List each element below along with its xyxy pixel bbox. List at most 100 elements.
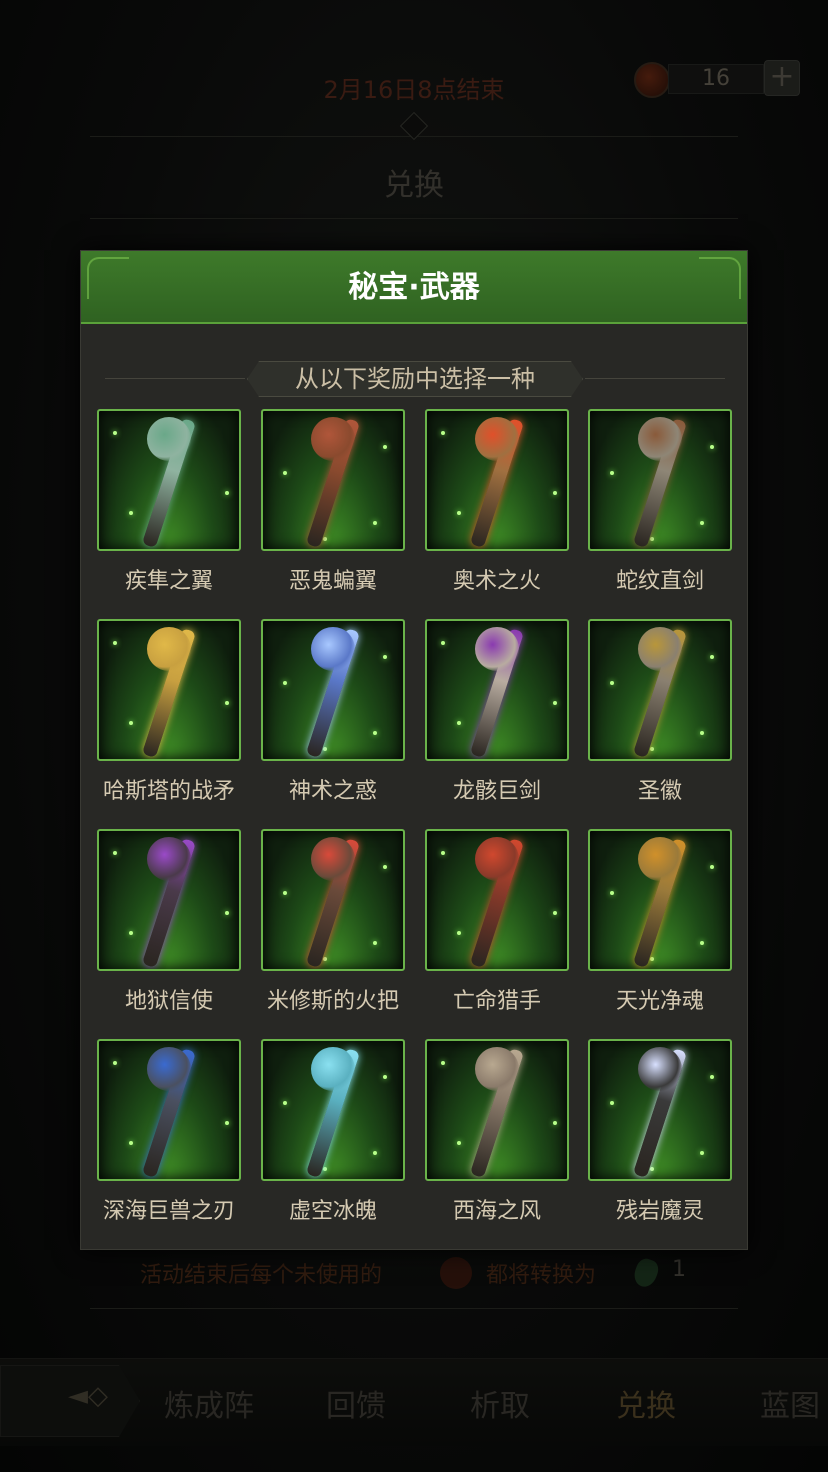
reward-item[interactable]: 虚空冰魄 [261, 1039, 405, 1229]
sparkle [383, 865, 387, 869]
reward-item[interactable]: 西海之风 [425, 1039, 569, 1229]
sparkle [700, 521, 704, 525]
reward-item-name: 蛇纹直剑 [615, 569, 704, 594]
sparkle [610, 471, 614, 475]
reward-item-name: 残岩魔灵 [615, 1199, 704, 1224]
sparkle [700, 941, 704, 945]
sparkle [441, 1061, 445, 1065]
sparkle [650, 957, 654, 961]
reward-item-name: 恶鬼蝙翼 [288, 569, 377, 594]
sparkle [710, 865, 714, 869]
reward-item-image [261, 1039, 405, 1181]
reward-item[interactable]: 疾隼之翼 [97, 409, 241, 599]
reward-item[interactable]: 恶鬼蝙翼 [261, 409, 405, 599]
sparkle [700, 1151, 704, 1155]
divider [105, 378, 245, 379]
reward-item-image [97, 1039, 241, 1181]
reward-item-image [261, 409, 405, 551]
weapon-head-icon [475, 1047, 519, 1091]
sparkle [323, 537, 327, 541]
sparkle [610, 1101, 614, 1105]
weapon-head-icon [475, 837, 519, 881]
reward-item-name: 圣徽 [637, 779, 682, 804]
reward-item[interactable]: 圣徽 [588, 619, 732, 809]
sparkle [383, 655, 387, 659]
reward-item[interactable]: 残岩魔灵 [588, 1039, 732, 1229]
sparkle [457, 511, 461, 515]
sparkle [283, 891, 287, 895]
sparkle [225, 491, 229, 495]
reward-item-image [588, 409, 732, 551]
reward-item-image [97, 409, 241, 551]
sparkle [323, 957, 327, 961]
sparkle [129, 1141, 133, 1145]
divider [585, 378, 725, 379]
sparkle [700, 731, 704, 735]
reward-item-image [588, 619, 732, 761]
reward-item[interactable]: 蛇纹直剑 [588, 409, 732, 599]
sparkle [441, 851, 445, 855]
weapon-head-icon [638, 837, 682, 881]
sparkle [457, 931, 461, 935]
reward-item[interactable]: 地狱信使 [97, 829, 241, 1019]
reward-item-name: 神术之惑 [288, 779, 377, 804]
weapon-head-icon [311, 837, 355, 881]
sparkle [113, 431, 117, 435]
reward-item[interactable]: 米修斯的火把 [261, 829, 405, 1019]
weapon-head-icon [475, 627, 519, 671]
reward-item-name: 疾隼之翼 [124, 569, 213, 594]
dialog-subtitle: 从以下奖励中选择一种 [295, 365, 535, 393]
reward-item[interactable]: 天光净魂 [588, 829, 732, 1019]
weapon-head-icon [638, 627, 682, 671]
reward-item-name: 地狱信使 [124, 989, 213, 1014]
weapon-head-icon [311, 1047, 355, 1091]
reward-item-image [97, 619, 241, 761]
sparkle [650, 537, 654, 541]
sparkle [553, 701, 557, 705]
sparkle [323, 747, 327, 751]
reward-item[interactable]: 神术之惑 [261, 619, 405, 809]
reward-item[interactable]: 哈斯塔的战矛 [97, 619, 241, 809]
reward-item[interactable]: 亡命猎手 [425, 829, 569, 1019]
sparkle [650, 747, 654, 751]
reward-item-name: 亡命猎手 [452, 989, 541, 1014]
sparkle [710, 655, 714, 659]
reward-item-image [588, 829, 732, 971]
sparkle [383, 1075, 387, 1079]
reward-item[interactable]: 深海巨兽之刃 [97, 1039, 241, 1229]
reward-item[interactable]: 龙骸巨剑 [425, 619, 569, 809]
sparkle [441, 641, 445, 645]
reward-item-name: 深海巨兽之刃 [102, 1199, 235, 1224]
sparkle [650, 1167, 654, 1171]
sparkle [710, 445, 714, 449]
reward-item[interactable]: 奥术之火 [425, 409, 569, 599]
weapon-head-icon [147, 417, 191, 461]
sparkle [610, 891, 614, 895]
sparkle [113, 1061, 117, 1065]
reward-selection-dialog: 秘宝·武器 从以下奖励中选择一种 疾隼之翼 恶鬼蝙翼 奥术之火 蛇纹直剑哈斯塔的战矛 神… [80, 250, 748, 1250]
sparkle [457, 721, 461, 725]
weapon-head-icon [311, 417, 355, 461]
sparkle [225, 1121, 229, 1125]
sparkle [610, 681, 614, 685]
weapon-head-icon [475, 417, 519, 461]
sparkle [283, 471, 287, 475]
reward-item-name: 龙骸巨剑 [452, 779, 541, 804]
weapon-head-icon [147, 627, 191, 671]
sparkle [441, 431, 445, 435]
reward-item-name: 奥术之火 [452, 569, 541, 594]
sparkle [129, 721, 133, 725]
sparkle [457, 1141, 461, 1145]
weapon-head-icon [311, 627, 355, 671]
dialog-title: 秘宝·武器 [348, 270, 480, 305]
reward-item-image [261, 619, 405, 761]
weapon-head-icon [147, 1047, 191, 1091]
sparkle [323, 1167, 327, 1171]
sparkle [129, 931, 133, 935]
reward-item-name: 虚空冰魄 [288, 1199, 377, 1224]
sparkle [373, 1151, 377, 1155]
sparkle [113, 641, 117, 645]
reward-item-name: 西海之风 [452, 1199, 541, 1224]
reward-item-image [425, 1039, 569, 1181]
sparkle [710, 1075, 714, 1079]
